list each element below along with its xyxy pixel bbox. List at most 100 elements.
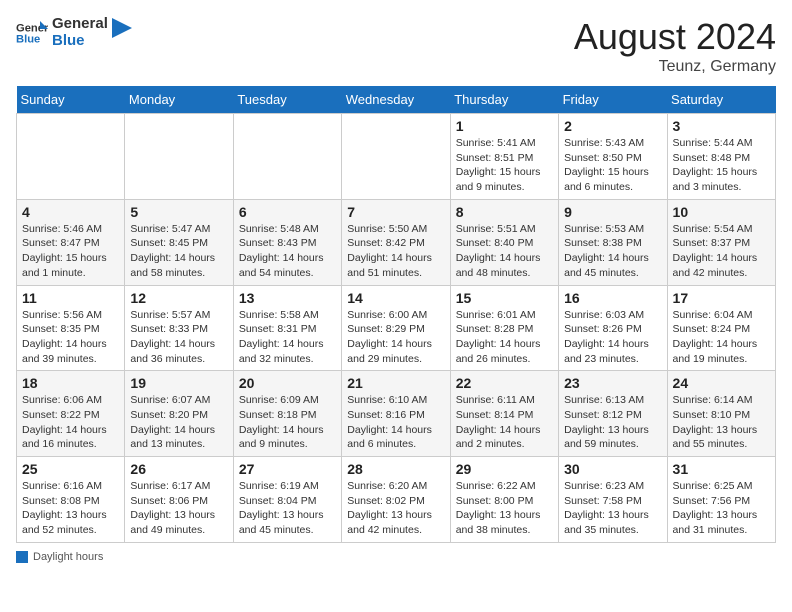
weekday-header-cell: Thursday [450, 86, 558, 114]
day-info: Sunrise: 6:00 AMSunset: 8:29 PMDaylight:… [347, 308, 444, 367]
calendar-day-cell: 8 Sunrise: 5:51 AMSunset: 8:40 PMDaylight… [450, 199, 558, 285]
logo-text-blue: Blue [52, 33, 108, 50]
day-info: Sunrise: 6:19 AMSunset: 8:04 PMDaylight:… [239, 479, 336, 538]
day-info: Sunrise: 6:01 AMSunset: 8:28 PMDaylight:… [456, 308, 553, 367]
day-info: Sunrise: 5:46 AMSunset: 8:47 PMDaylight:… [22, 222, 119, 281]
calendar-day-cell: 16 Sunrise: 6:03 AMSunset: 8:26 PMDayligh… [559, 285, 667, 371]
day-info: Sunrise: 5:53 AMSunset: 8:38 PMDaylight:… [564, 222, 661, 281]
calendar-day-cell: 14Sunrise: 6:00 AMSunset: 8:29 PMDayligh… [342, 285, 450, 371]
svg-text:Blue: Blue [16, 33, 40, 45]
day-info: Sunrise: 5:48 AMSunset: 8:43 PMDaylight:… [239, 222, 336, 281]
calendar-day-cell: 3 Sunrise: 5:44 AMSunset: 8:48 PMDaylight… [667, 114, 775, 200]
calendar-day-cell: 27 Sunrise: 6:19 AMSunset: 8:04 PMDayligh… [233, 457, 341, 543]
day-info: Sunrise: 6:14 AMSunset: 8:10 PMDaylight:… [673, 393, 770, 452]
day-info: Sunrise: 5:50 AMSunset: 8:42 PMDaylight:… [347, 222, 444, 281]
calendar-day-cell: 30 Sunrise: 6:23 AMSunset: 7:58 PMDayligh… [559, 457, 667, 543]
calendar-day-cell: 1Sunrise: 5:41 AMSunset: 8:51 PMDaylight… [450, 114, 558, 200]
day-number: 26 [130, 461, 227, 477]
calendar-day-cell: 7 Sunrise: 5:50 AMSunset: 8:42 PMDaylight… [342, 199, 450, 285]
weekday-header-cell: Saturday [667, 86, 775, 114]
calendar-day-cell: 13 Sunrise: 5:58 AMSunset: 8:31 PMDayligh… [233, 285, 341, 371]
day-number: 30 [564, 461, 661, 477]
day-number: 2 [564, 118, 661, 134]
calendar-day-cell: 31Sunrise: 6:25 AMSunset: 7:56 PMDayligh… [667, 457, 775, 543]
day-number: 23 [564, 375, 661, 391]
day-number: 20 [239, 375, 336, 391]
day-info: Sunrise: 6:06 AMSunset: 8:22 PMDaylight:… [22, 393, 119, 452]
day-info: Sunrise: 5:44 AMSunset: 8:48 PMDaylight:… [673, 136, 770, 195]
day-info: Sunrise: 5:51 AMSunset: 8:40 PMDaylight:… [456, 222, 553, 281]
calendar-day-cell: 24 Sunrise: 6:14 AMSunset: 8:10 PMDayligh… [667, 371, 775, 457]
day-number: 7 [347, 204, 444, 220]
calendar-day-cell [233, 114, 341, 200]
day-number: 27 [239, 461, 336, 477]
day-number: 11 [22, 290, 119, 306]
day-number: 10 [673, 204, 770, 220]
daylight-legend-icon [16, 551, 28, 563]
calendar-day-cell: 5Sunrise: 5:47 AMSunset: 8:45 PMDaylight… [125, 199, 233, 285]
day-info: Sunrise: 5:43 AMSunset: 8:50 PMDaylight:… [564, 136, 661, 195]
day-info: Sunrise: 5:57 AMSunset: 8:33 PMDaylight:… [130, 308, 227, 367]
day-info: Sunrise: 5:58 AMSunset: 8:31 PMDaylight:… [239, 308, 336, 367]
day-info: Sunrise: 6:13 AMSunset: 8:12 PMDaylight:… [564, 393, 661, 452]
day-number: 8 [456, 204, 553, 220]
calendar-day-cell: 20 Sunrise: 6:09 AMSunset: 8:18 PMDayligh… [233, 371, 341, 457]
calendar-day-cell: 23 Sunrise: 6:13 AMSunset: 8:12 PMDayligh… [559, 371, 667, 457]
day-info: Sunrise: 6:03 AMSunset: 8:26 PMDaylight:… [564, 308, 661, 367]
page-header: General Blue General Blue August 2024 Te… [16, 16, 776, 76]
day-info: Sunrise: 6:07 AMSunset: 8:20 PMDaylight:… [130, 393, 227, 452]
day-number: 19 [130, 375, 227, 391]
calendar-footer: Daylight hours [16, 551, 776, 563]
calendar-day-cell: 2 Sunrise: 5:43 AMSunset: 8:50 PMDaylight… [559, 114, 667, 200]
day-number: 1 [456, 118, 553, 134]
day-number: 18 [22, 375, 119, 391]
logo-icon: General Blue [16, 17, 48, 49]
calendar-day-cell: 28Sunrise: 6:20 AMSunset: 8:02 PMDayligh… [342, 457, 450, 543]
weekday-header-cell: Wednesday [342, 86, 450, 114]
calendar-week-row: 11Sunrise: 5:56 AMSunset: 8:35 PMDayligh… [17, 285, 776, 371]
calendar-day-cell: 4 Sunrise: 5:46 AMSunset: 8:47 PMDaylight… [17, 199, 125, 285]
day-info: Sunrise: 6:23 AMSunset: 7:58 PMDaylight:… [564, 479, 661, 538]
logo-text-general: General [52, 16, 108, 33]
day-number: 4 [22, 204, 119, 220]
calendar-day-cell: 25Sunrise: 6:16 AMSunset: 8:08 PMDayligh… [17, 457, 125, 543]
day-number: 13 [239, 290, 336, 306]
calendar-day-cell: 29 Sunrise: 6:22 AMSunset: 8:00 PMDayligh… [450, 457, 558, 543]
month-year-title: August 2024 [574, 16, 776, 58]
weekday-header-cell: Sunday [17, 86, 125, 114]
calendar-day-cell: 18 Sunrise: 6:06 AMSunset: 8:22 PMDayligh… [17, 371, 125, 457]
daylight-legend-label: Daylight hours [33, 551, 103, 563]
day-number: 29 [456, 461, 553, 477]
logo: General Blue General Blue [16, 16, 132, 49]
day-info: Sunrise: 6:17 AMSunset: 8:06 PMDaylight:… [130, 479, 227, 538]
calendar-week-row: 4 Sunrise: 5:46 AMSunset: 8:47 PMDaylight… [17, 199, 776, 285]
day-info: Sunrise: 6:20 AMSunset: 8:02 PMDaylight:… [347, 479, 444, 538]
day-number: 24 [673, 375, 770, 391]
day-info: Sunrise: 6:09 AMSunset: 8:18 PMDaylight:… [239, 393, 336, 452]
day-number: 15 [456, 290, 553, 306]
day-number: 16 [564, 290, 661, 306]
day-number: 6 [239, 204, 336, 220]
calendar-day-cell [125, 114, 233, 200]
location-subtitle: Teunz, Germany [574, 58, 776, 76]
weekday-header-cell: Monday [125, 86, 233, 114]
calendar-week-row: 1Sunrise: 5:41 AMSunset: 8:51 PMDaylight… [17, 114, 776, 200]
calendar-week-row: 18 Sunrise: 6:06 AMSunset: 8:22 PMDayligh… [17, 371, 776, 457]
calendar-day-cell: 15 Sunrise: 6:01 AMSunset: 8:28 PMDayligh… [450, 285, 558, 371]
day-info: Sunrise: 6:16 AMSunset: 8:08 PMDaylight:… [22, 479, 119, 538]
day-number: 3 [673, 118, 770, 134]
calendar-day-cell: 19 Sunrise: 6:07 AMSunset: 8:20 PMDayligh… [125, 371, 233, 457]
weekday-header-row: SundayMondayTuesdayWednesdayThursdayFrid… [17, 86, 776, 114]
day-info: Sunrise: 5:47 AMSunset: 8:45 PMDaylight:… [130, 222, 227, 281]
weekday-header-cell: Friday [559, 86, 667, 114]
weekday-header-cell: Tuesday [233, 86, 341, 114]
day-info: Sunrise: 6:22 AMSunset: 8:00 PMDaylight:… [456, 479, 553, 538]
calendar-day-cell: 12Sunrise: 5:57 AMSunset: 8:33 PMDayligh… [125, 285, 233, 371]
day-info: Sunrise: 6:25 AMSunset: 7:56 PMDaylight:… [673, 479, 770, 538]
calendar-day-cell [17, 114, 125, 200]
day-number: 22 [456, 375, 553, 391]
calendar-day-cell [342, 114, 450, 200]
title-block: August 2024 Teunz, Germany [574, 16, 776, 76]
calendar-day-cell: 11Sunrise: 5:56 AMSunset: 8:35 PMDayligh… [17, 285, 125, 371]
calendar-day-cell: 22Sunrise: 6:11 AMSunset: 8:14 PMDayligh… [450, 371, 558, 457]
